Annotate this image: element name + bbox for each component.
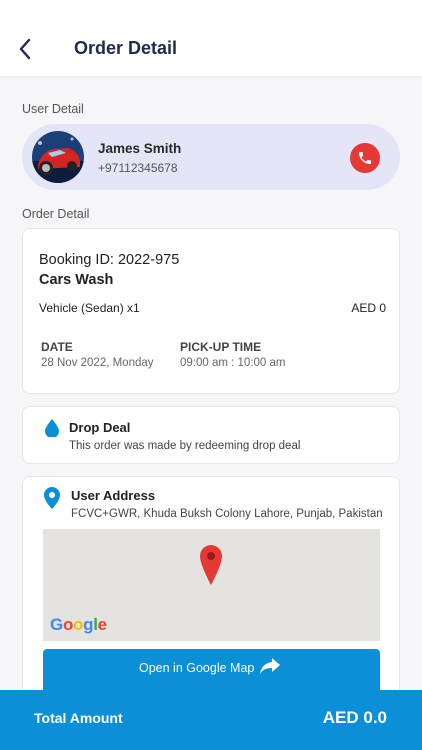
service-name: Cars Wash xyxy=(39,272,114,288)
water-drop-icon xyxy=(45,419,59,437)
avatar xyxy=(32,131,84,183)
booking-id: Booking ID: 2022-975 xyxy=(39,252,180,268)
user-name: James Smith xyxy=(98,141,182,156)
location-pin-icon xyxy=(44,487,60,509)
total-amount-value: AED 0.0 xyxy=(322,708,387,727)
date-value: 28 Nov 2022, Monday xyxy=(41,357,154,369)
drop-deal-description: This order was made by redeeming drop de… xyxy=(69,440,301,452)
phone-icon xyxy=(359,152,371,164)
vehicle-price: AED 0 xyxy=(351,301,386,315)
back-button[interactable] xyxy=(12,36,38,62)
map-marker-icon xyxy=(200,545,222,585)
pickup-time-label: PICK-UP TIME xyxy=(180,340,262,354)
user-detail-label: User Detail xyxy=(22,102,84,116)
order-detail-label: Order Detail xyxy=(22,207,90,221)
map-view[interactable]: Google xyxy=(43,529,380,641)
address-card: User Address FCVC+GWR, Khuda Buksh Colon… xyxy=(22,476,400,691)
app-header: Order Detail xyxy=(0,0,422,78)
call-button[interactable] xyxy=(350,143,380,173)
open-google-map-label: Open in Google Map xyxy=(139,661,255,675)
total-bar: Total Amount AED 0.0 xyxy=(0,690,422,750)
drop-deal-title: Drop Deal xyxy=(69,420,131,435)
address-title: User Address xyxy=(71,488,156,503)
car-photo-icon xyxy=(32,131,84,183)
google-logo: Google xyxy=(50,615,107,634)
pickup-time-value: 09:00 am : 10:00 am xyxy=(180,357,286,369)
share-arrow-icon xyxy=(260,658,280,674)
total-amount-label: Total Amount xyxy=(34,710,123,726)
user-phone: +97112345678 xyxy=(98,161,178,175)
drop-deal-card: Drop Deal This order was made by redeemi… xyxy=(22,406,400,464)
address-text: FCVC+GWR, Khuda Buksh Colony Lahore, Pun… xyxy=(71,508,383,520)
open-google-map-button[interactable]: Open in Google Map xyxy=(43,649,380,691)
user-card: James Smith +97112345678 xyxy=(22,124,400,190)
date-label: DATE xyxy=(41,340,73,354)
booking-card: Booking ID: 2022-975 Cars Wash Vehicle (… xyxy=(22,228,400,394)
page-title: Order Detail xyxy=(74,38,178,58)
vehicle-line: Vehicle (Sedan) x1 xyxy=(39,301,140,315)
chevron-left-icon xyxy=(19,38,31,60)
